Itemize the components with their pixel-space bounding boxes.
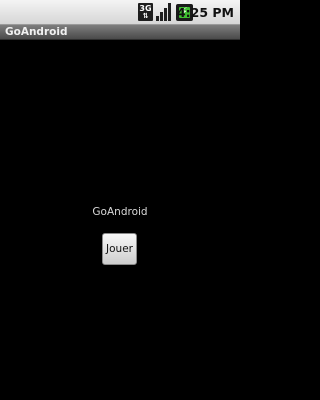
signal-bar bbox=[156, 16, 159, 21]
app-name-label: GoAndroid bbox=[92, 206, 148, 218]
play-button[interactable]: Jouer bbox=[102, 233, 137, 265]
network-activity-icon: ⇅ bbox=[142, 12, 149, 20]
status-bar: 3G ⇅ ⚡ 4:25 PM bbox=[0, 0, 240, 25]
phone-screen: 3G ⇅ ⚡ 4:25 PM GoAndroid GoAndroid Jouer bbox=[0, 0, 240, 400]
signal-strength-icon bbox=[156, 3, 172, 21]
signal-bar bbox=[168, 3, 171, 21]
status-clock: 4:25 PM bbox=[176, 5, 234, 20]
app-title-bar: GoAndroid bbox=[0, 25, 240, 40]
app-title: GoAndroid bbox=[5, 26, 68, 38]
signal-bar bbox=[164, 8, 167, 21]
network-3g-icon: 3G ⇅ bbox=[138, 3, 153, 21]
signal-bar bbox=[160, 12, 163, 21]
